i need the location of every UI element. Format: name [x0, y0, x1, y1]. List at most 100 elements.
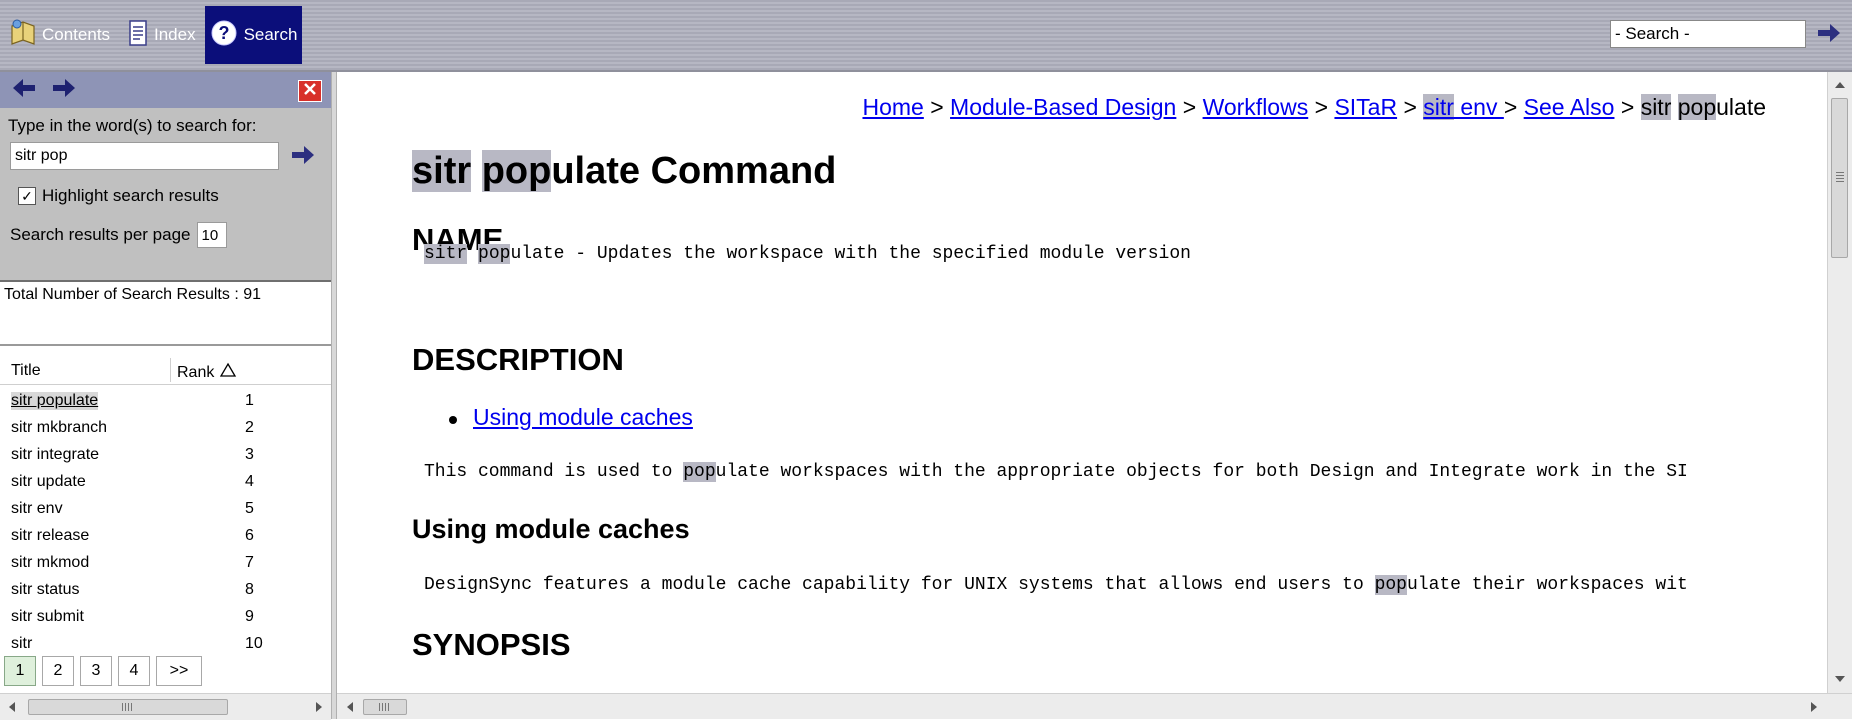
scrollbar-thumb[interactable]	[28, 699, 228, 715]
table-row: sitr status 8	[0, 577, 331, 604]
result-title-link[interactable]: sitr update	[11, 473, 86, 491]
grip-icon	[122, 703, 134, 711]
arrow-right-icon	[1816, 22, 1842, 49]
description-text: This command is used to populate workspa…	[424, 462, 1688, 482]
grip-icon	[1835, 172, 1844, 184]
arrow-right-icon	[51, 77, 77, 104]
arrow-right-icon	[290, 144, 316, 171]
scroll-left-icon[interactable]	[3, 698, 21, 716]
result-title-link[interactable]: sitr integrate	[11, 446, 99, 464]
result-rank: 4	[245, 473, 254, 490]
scroll-down-icon[interactable]	[1831, 670, 1849, 688]
scroll-left-icon[interactable]	[341, 698, 359, 716]
result-rank: 5	[245, 500, 254, 517]
column-separator	[170, 358, 171, 382]
highlight-option: ✓ Highlight search results	[18, 186, 219, 206]
back-button[interactable]	[8, 76, 40, 104]
breadcrumb-sitr-env-link[interactable]: sitr env	[1423, 94, 1504, 120]
column-header-rank[interactable]: Rank	[177, 362, 237, 383]
using-module-caches-link[interactable]: Using module caches	[473, 404, 693, 431]
result-rank: 3	[245, 446, 254, 463]
content-horizontal-scrollbar[interactable]	[337, 693, 1852, 719]
table-row: sitr update 4	[0, 469, 331, 496]
table-row: sitr mkmod 7	[0, 550, 331, 577]
scroll-right-icon[interactable]	[310, 698, 328, 716]
result-title-link[interactable]: sitr mkbranch	[11, 419, 107, 437]
search-highlight: pop	[1374, 575, 1407, 595]
breadcrumb-current: sitr populate	[1640, 94, 1766, 120]
forward-button[interactable]	[48, 76, 80, 104]
rank-label: Rank	[177, 363, 215, 381]
table-row: sitr populate 1	[0, 388, 331, 415]
page-button-1[interactable]: 1	[4, 656, 36, 686]
scroll-up-icon[interactable]	[1831, 76, 1849, 94]
panel-nav-bar	[0, 72, 331, 108]
scrollbar-thumb[interactable]	[1831, 98, 1848, 258]
help-content: Home > Module-Based Design > Workflows >…	[337, 72, 1852, 719]
grip-icon	[379, 703, 391, 711]
table-row: sitr release 6	[0, 523, 331, 550]
result-title-link[interactable]: sitr submit	[11, 608, 84, 626]
description-text-part: This command is used to	[424, 462, 684, 482]
search-input[interactable]	[10, 142, 279, 170]
index-label: Index	[154, 25, 196, 44]
contents-label: Contents	[42, 25, 111, 44]
breadcrumb-text: ulate	[1716, 94, 1766, 120]
scroll-right-icon[interactable]	[1805, 698, 1823, 716]
toolbar-search-input[interactable]	[1610, 20, 1806, 48]
page-button-2[interactable]: 2	[42, 656, 74, 686]
search-tab-button[interactable]: ? Search	[205, 6, 302, 64]
highlight-checkbox[interactable]: ✓	[18, 187, 36, 205]
breadcrumb-separator: >	[930, 94, 944, 120]
search-highlight: pop	[478, 244, 511, 264]
toolbar-search-go-button[interactable]	[1814, 21, 1844, 49]
contents-button[interactable]: Contents	[10, 6, 110, 64]
title-text: ulate Command	[551, 150, 837, 192]
page-button-4[interactable]: 4	[118, 656, 150, 686]
next-pages-button[interactable]: >>	[156, 656, 202, 686]
results-table-header: Title Rank	[0, 356, 331, 385]
search-prompt-label: Type in the word(s) to search for:	[8, 116, 257, 135]
result-rank: 9	[245, 608, 254, 625]
result-title-link[interactable]: sitr	[11, 635, 32, 653]
content-vertical-scrollbar[interactable]	[1827, 72, 1852, 693]
index-document-icon	[128, 19, 148, 52]
breadcrumb-home-link[interactable]: Home	[862, 94, 923, 120]
result-rank: 1	[245, 392, 254, 409]
table-row: sitr env 5	[0, 496, 331, 523]
breadcrumb-sitar-link[interactable]: SITaR	[1334, 94, 1397, 120]
result-title-link[interactable]: sitr status	[11, 581, 79, 599]
checkmark-icon: ✓	[21, 188, 33, 204]
result-rank: 8	[245, 581, 254, 598]
result-title-link[interactable]: sitr release	[11, 527, 89, 545]
column-header-title[interactable]: Title	[11, 362, 41, 380]
result-title-link[interactable]: sitr env	[11, 500, 63, 518]
index-button[interactable]: Index	[128, 6, 196, 64]
search-highlight: sitr	[412, 150, 472, 192]
search-highlight: sitr	[1423, 94, 1454, 120]
search-highlight: pop	[1677, 94, 1717, 120]
name-text: sitr populate - Updates the workspace wi…	[424, 244, 1191, 264]
result-rank: 7	[245, 554, 254, 571]
breadcrumb-workflows-link[interactable]: Workflows	[1203, 94, 1309, 120]
contents-book-icon	[10, 18, 36, 53]
search-go-button[interactable]	[288, 143, 318, 171]
breadcrumb-module-based-design-link[interactable]: Module-Based Design	[950, 94, 1176, 120]
search-form: Type in the word(s) to search for: ✓ Hig…	[0, 108, 331, 282]
per-page-option: Search results per page	[10, 222, 227, 248]
close-panel-button[interactable]	[298, 80, 322, 102]
per-page-input[interactable]	[196, 222, 227, 248]
table-row: sitr 10	[0, 631, 331, 658]
results-list: sitr populate 1 sitr mkbranch 2 sitr int…	[0, 388, 331, 658]
breadcrumb-separator: >	[1403, 94, 1417, 120]
table-row: sitr integrate 3	[0, 442, 331, 469]
table-row: sitr submit 9	[0, 604, 331, 631]
close-icon	[303, 82, 317, 101]
result-title-link[interactable]: sitr mkmod	[11, 554, 89, 572]
result-title-link[interactable]: sitr populate	[11, 392, 99, 410]
panel-horizontal-scrollbar[interactable]	[0, 693, 331, 720]
result-rank: 6	[245, 527, 254, 544]
page-button-3[interactable]: 3	[80, 656, 112, 686]
scrollbar-thumb[interactable]	[363, 699, 407, 715]
breadcrumb-see-also-link[interactable]: See Also	[1524, 94, 1615, 120]
